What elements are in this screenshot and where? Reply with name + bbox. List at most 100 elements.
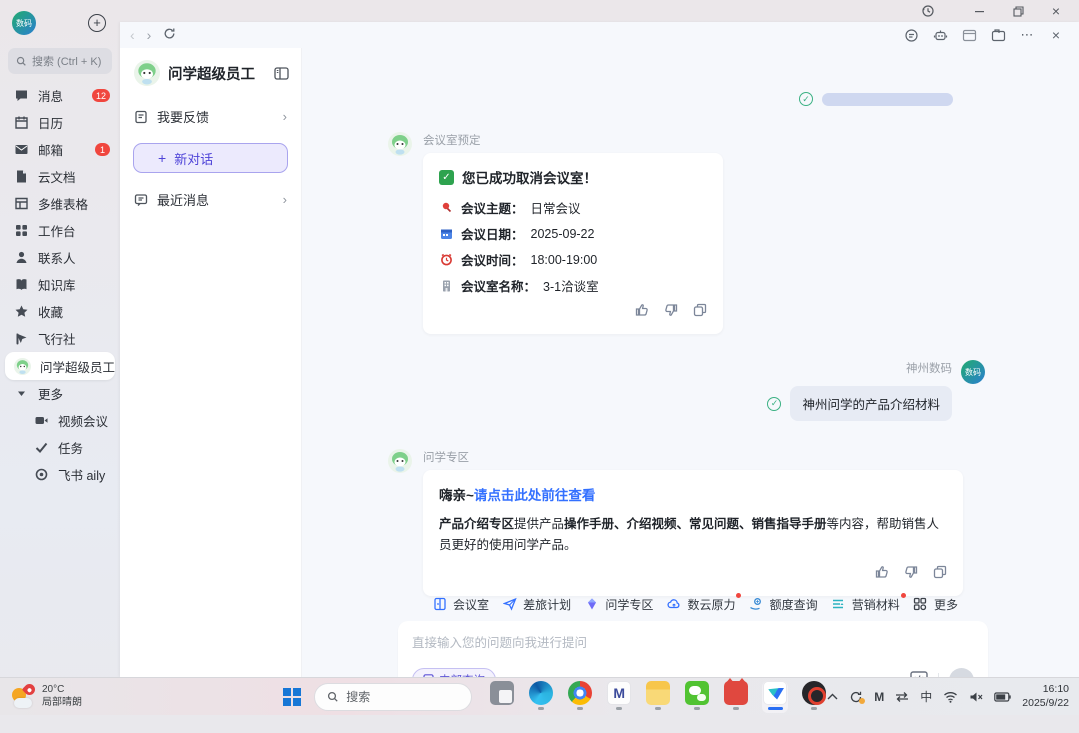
history-icon[interactable] xyxy=(913,1,943,21)
recorder-icon[interactable] xyxy=(801,681,827,713)
sidebar-item-favorites[interactable]: 收藏 xyxy=(0,298,120,325)
bot-avatar[interactable] xyxy=(388,449,412,473)
add-icon[interactable]: + xyxy=(88,14,106,32)
like-icon[interactable] xyxy=(875,565,889,584)
like-icon[interactable] xyxy=(635,303,649,322)
sidebar-item-wiki[interactable]: 知识库 xyxy=(0,271,120,298)
red-app-icon[interactable] xyxy=(723,681,749,713)
ime-indicator[interactable]: 中 xyxy=(920,688,932,705)
wechat-icon[interactable] xyxy=(684,681,710,713)
wenxue-app-window: ‹ › ⋯ × 问学超 xyxy=(120,22,1079,677)
sidebar-item-base[interactable]: 多维表格 xyxy=(0,190,120,217)
sidebar-item-contacts[interactable]: 联系人 xyxy=(0,244,120,271)
goto-link[interactable]: 请点击此处前往查看 xyxy=(474,488,596,503)
copy-icon[interactable] xyxy=(693,303,707,322)
sidebar-item-workbench[interactable]: 工作台 xyxy=(0,217,120,244)
file-explorer-icon[interactable] xyxy=(645,681,671,713)
travel-plan-icon xyxy=(502,597,517,612)
open-window-icon[interactable] xyxy=(989,27,1007,43)
message-skeleton xyxy=(822,93,953,106)
start-button[interactable] xyxy=(283,688,301,706)
panel-title: 问学超级员工 xyxy=(168,63,266,84)
taskbar: 20°C局部晴朗 搜索 M M xyxy=(0,677,1079,715)
chat-icon xyxy=(14,88,29,103)
sidebar-item-aily[interactable]: 飞书 aily xyxy=(0,461,120,488)
base-table-icon xyxy=(14,196,29,211)
tray-expand-icon[interactable] xyxy=(827,693,838,700)
sidebar-item-tasks[interactable]: 任务 xyxy=(0,434,120,461)
sidebar-item-calendar[interactable]: 日历 xyxy=(0,109,120,136)
plus-icon: + xyxy=(158,150,166,166)
messages-list[interactable]: ✓ 会议室预定 ✓ 您已成功取消会 xyxy=(302,48,1079,596)
user-avatar[interactable]: 数码 xyxy=(12,11,36,35)
dislike-icon[interactable] xyxy=(664,303,678,322)
desktop-screen: × 数码 + 搜索 (Ctrl + K) 消息 12 日历 邮箱 1 xyxy=(0,0,1079,715)
clock[interactable]: 16:10 2025/9/22 xyxy=(1022,683,1069,710)
mute-icon[interactable] xyxy=(969,691,983,703)
sidebar-item-docs[interactable]: 云文档 xyxy=(0,163,120,190)
meeting-cancel-card: ✓ 您已成功取消会议室！ 会议主题： 日常会议 xyxy=(423,153,723,334)
back-icon[interactable]: ‹ xyxy=(130,27,135,43)
building-icon xyxy=(439,278,454,293)
card-view-icon[interactable] xyxy=(960,27,978,43)
qa-marketing[interactable]: 营销材料 xyxy=(831,596,900,613)
qa-quota[interactable]: 额度查询 xyxy=(749,596,818,613)
search-icon xyxy=(16,56,27,67)
qa-more[interactable]: 更多 xyxy=(913,596,958,613)
battery-icon[interactable] xyxy=(994,692,1011,702)
minimize-button[interactable] xyxy=(965,1,995,21)
zone-intro-card: 嗨亲~请点击此处前往查看 产品介绍专区提供产品操作手册、介绍视频、常见问题、销售… xyxy=(423,470,963,596)
sidebar-item-wenxue-bot[interactable]: 问学超级员工 xyxy=(5,352,115,380)
docs-icon xyxy=(14,169,29,184)
user-bubble[interactable]: 神州问学的产品介绍材料 xyxy=(790,386,952,421)
task-view-icon[interactable] xyxy=(489,681,515,713)
bot-avatar xyxy=(134,60,160,86)
forward-icon[interactable]: › xyxy=(147,27,152,43)
meeting-field-time: 会议时间： 18:00-19:00 xyxy=(439,250,707,269)
new-chat-button[interactable]: + 新对话 xyxy=(133,143,288,173)
bot-icon[interactable] xyxy=(931,27,949,43)
pin-icon xyxy=(439,200,454,215)
collapse-sidebar-icon[interactable] xyxy=(274,67,289,80)
refresh-icon[interactable] xyxy=(163,27,176,43)
sidebar-item-community[interactable]: 飞行社 xyxy=(0,325,120,352)
sidebar-item-more[interactable]: 更多 xyxy=(0,380,120,407)
close-button[interactable]: × xyxy=(1041,1,1071,21)
restore-button[interactable] xyxy=(1003,1,1033,21)
notify-dot xyxy=(901,593,906,598)
community-icon xyxy=(14,331,29,346)
weather-widget[interactable]: 20°C局部晴朗 xyxy=(0,684,195,710)
announce-icon[interactable] xyxy=(902,27,920,43)
qa-meeting-room[interactable]: 会议室 xyxy=(432,596,489,613)
bot-avatar[interactable] xyxy=(388,132,412,156)
feedback-item[interactable]: 我要反馈 › xyxy=(120,98,301,135)
wifi-icon[interactable] xyxy=(943,691,958,703)
sidebar-item-video-meeting[interactable]: 视频会议 xyxy=(0,407,120,434)
qa-shuyun[interactable]: 数云原力 xyxy=(666,596,735,613)
feishu-icon[interactable] xyxy=(762,681,788,713)
sync-icon[interactable] xyxy=(849,690,863,704)
close-panel-icon[interactable]: × xyxy=(1047,27,1065,43)
dislike-icon[interactable] xyxy=(904,565,918,584)
network-switch-icon[interactable] xyxy=(895,691,909,703)
user-avatar[interactable]: 数码 xyxy=(961,360,985,384)
qa-travel-plan[interactable]: 差旅计划 xyxy=(502,596,571,613)
taskbar-search-input[interactable]: 搜索 xyxy=(314,683,472,711)
window-titlebar: × xyxy=(0,0,1079,22)
chat-area: ✓ 会议室预定 ✓ 您已成功取消会 xyxy=(302,48,1079,677)
edge-icon[interactable] xyxy=(528,681,554,713)
more-grid-icon xyxy=(913,597,928,612)
sidebar-item-mail[interactable]: 邮箱 1 xyxy=(0,136,120,163)
m-tray-icon[interactable]: M xyxy=(874,690,884,704)
recent-messages-item[interactable]: 最近消息 › xyxy=(120,181,301,218)
copy-icon[interactable] xyxy=(933,565,947,584)
global-search-input[interactable]: 搜索 (Ctrl + K) xyxy=(8,48,112,74)
sidebar-item-messages[interactable]: 消息 12 xyxy=(0,82,120,109)
calendar-icon xyxy=(439,226,454,241)
meeting-field-topic: 会议主题： 日常会议 xyxy=(439,198,707,217)
chrome-icon[interactable] xyxy=(567,681,593,713)
qa-wenxue-zone[interactable]: 问学专区 xyxy=(584,596,653,613)
m-app-icon[interactable]: M xyxy=(606,681,632,713)
sender-name: 神州数码 xyxy=(906,360,952,376)
more-icon[interactable]: ⋯ xyxy=(1018,27,1036,43)
